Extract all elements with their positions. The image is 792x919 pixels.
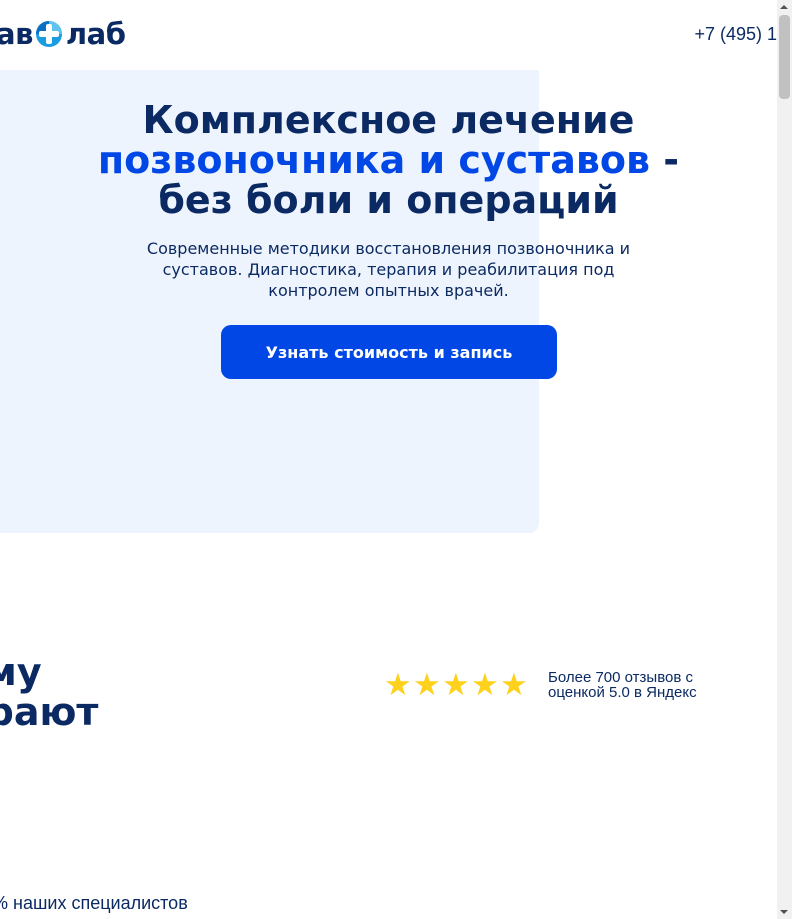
rating-stars: ★ ★ ★ ★ ★ xyxy=(384,667,528,703)
rating-text-line1: Более 700 отзывов с xyxy=(548,669,693,686)
rating-text: Более 700 отзывов с оценкой 5.0 в Яндекс xyxy=(548,670,697,700)
why-us-heading-line1: ему xyxy=(0,652,42,694)
logo-cross-icon xyxy=(35,21,62,47)
hero-subtitle: Современные методики восстановления позв… xyxy=(146,239,631,300)
scroll-up-icon[interactable] xyxy=(780,5,788,9)
hero-title-line3: без боли и операций xyxy=(158,178,619,222)
phone-link[interactable]: +7 (495) 1 xyxy=(694,24,777,45)
why-us-heading: ему ирают xyxy=(0,652,160,732)
logo-text-right: лаб xyxy=(65,17,126,51)
rating-text-line2: оценкой 5.0 в Яндекс xyxy=(548,684,697,701)
specialists-text: % наших специалистов xyxy=(0,893,188,913)
star-icon: ★ xyxy=(500,667,528,703)
logo-text-left: ав xyxy=(0,17,33,51)
hero-section: Комплексное лечение позвоночника и суста… xyxy=(0,100,777,301)
hero-title-dash: - xyxy=(650,138,680,182)
star-icon: ★ xyxy=(442,667,470,703)
star-icon: ★ xyxy=(413,667,441,703)
star-icon: ★ xyxy=(384,667,412,703)
scroll-down-icon[interactable] xyxy=(780,910,788,914)
get-price-button[interactable]: Узнать стоимость и запись xyxy=(221,325,557,379)
rating-block: ★ ★ ★ ★ ★ Более 700 отзывов с оценкой 5.… xyxy=(384,667,697,703)
hero-title-accent: позвоночника и суставов xyxy=(97,138,651,182)
logo[interactable]: ав лаб xyxy=(0,16,126,52)
hero-title: Комплексное лечение позвоночника и суста… xyxy=(0,100,777,220)
star-icon: ★ xyxy=(471,667,499,703)
site-header: ав лаб +7 (495) 1 xyxy=(0,0,777,70)
page-scrollbar[interactable] xyxy=(777,0,792,919)
hero-title-line1: Комплексное лечение xyxy=(142,98,635,142)
scroll-thumb[interactable] xyxy=(779,15,790,99)
why-us-heading-line2: ирают xyxy=(0,690,99,732)
